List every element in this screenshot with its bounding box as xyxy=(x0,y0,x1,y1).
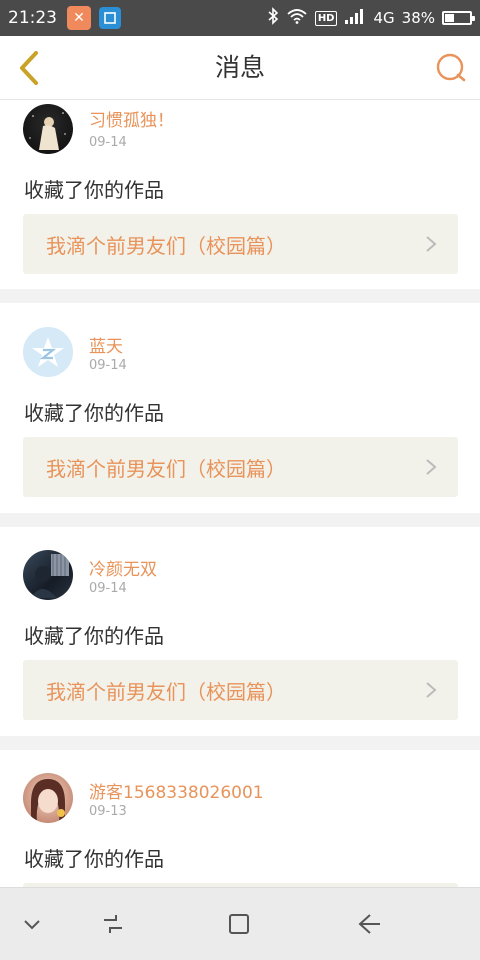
action-text: 收藏了你的作品 xyxy=(24,401,164,425)
action-text: 收藏了你的作品 xyxy=(24,847,164,871)
page-title: 消息 xyxy=(214,53,265,82)
post-date: 09-14 xyxy=(89,135,127,150)
work-link[interactable]: 我滴个前男友们（校园篇） xyxy=(23,660,458,720)
system-nav-bar xyxy=(0,887,480,960)
message-list[interactable]: 习惯孤独！ 09-14 收藏了你的作品 我滴个前男友们（校园篇） 蓝天 09-1… xyxy=(0,100,480,887)
screenshot-notification-icon xyxy=(99,7,121,29)
chevron-right-icon xyxy=(426,459,437,475)
search-icon xyxy=(436,53,466,82)
chevron-right-icon xyxy=(426,236,437,252)
work-link[interactable]: 我滴个前男友们（校园篇） xyxy=(23,437,458,497)
post-date: 09-13 xyxy=(89,804,127,819)
wifi-icon xyxy=(286,8,308,28)
user-name[interactable]: 冷颜无双 xyxy=(89,555,157,580)
action-text: 收藏了你的作品 xyxy=(24,624,164,648)
back-arrow-nav-icon xyxy=(358,914,380,934)
list-item: 冷颜无双 09-14 收藏了你的作品 我滴个前男友们（校园篇） xyxy=(0,527,480,736)
list-item: 习惯孤独！ 09-14 收藏了你的作品 我滴个前男友们（校园篇） xyxy=(0,100,480,289)
user-avatar[interactable] xyxy=(23,104,73,154)
app-notification-icon: ✕ xyxy=(67,6,91,30)
network-type: 4G xyxy=(373,9,395,27)
user-name[interactable]: 蓝天 xyxy=(89,332,123,357)
battery-fill xyxy=(445,14,454,22)
status-left: 21:23 ✕ xyxy=(8,6,121,30)
user-name[interactable]: 习惯孤独！ xyxy=(89,106,174,131)
chevron-down-icon xyxy=(24,920,40,930)
user-avatar[interactable] xyxy=(23,773,73,823)
bluetooth-icon xyxy=(267,7,279,29)
user-avatar[interactable] xyxy=(23,327,73,377)
app-screen: 21:23 ✕ HD 4G 38% 消息 习惯孤独！ 09-14 收藏了你的作品… xyxy=(0,0,480,960)
search-button[interactable] xyxy=(434,50,468,86)
signal-icon xyxy=(344,7,366,29)
hd-badge: HD xyxy=(314,10,338,26)
list-item: 游客1568338026001 09-13 收藏了你的作品 xyxy=(0,750,480,887)
status-time: 21:23 xyxy=(8,8,57,28)
work-title: 我滴个前男友们（校园篇） xyxy=(46,233,286,258)
post-date: 09-14 xyxy=(89,581,127,596)
list-item: 蓝天 09-14 收藏了你的作品 我滴个前男友们（校园篇） xyxy=(0,303,480,513)
user-avatar[interactable] xyxy=(23,550,73,600)
nav-collapse-button[interactable] xyxy=(12,906,52,942)
header: 消息 xyxy=(0,36,480,100)
nav-recents-button[interactable] xyxy=(93,906,133,942)
user-name[interactable]: 游客1568338026001 xyxy=(89,778,264,803)
recent-apps-icon xyxy=(104,915,122,933)
status-bar: 21:23 ✕ HD 4G 38% xyxy=(0,0,480,36)
post-date: 09-14 xyxy=(89,358,127,373)
status-right: HD 4G 38% xyxy=(267,7,475,29)
battery-icon xyxy=(442,11,475,25)
nav-home-button[interactable] xyxy=(219,906,259,942)
action-text: 收藏了你的作品 xyxy=(24,178,164,202)
chevron-right-icon xyxy=(426,682,437,698)
work-title: 我滴个前男友们（校园篇） xyxy=(46,456,286,481)
work-link[interactable]: 我滴个前男友们（校园篇） xyxy=(23,214,458,274)
home-square-icon xyxy=(229,914,249,934)
battery-percent: 38% xyxy=(401,9,435,27)
work-title: 我滴个前男友们（校园篇） xyxy=(46,679,286,704)
nav-back-button[interactable] xyxy=(349,906,389,942)
